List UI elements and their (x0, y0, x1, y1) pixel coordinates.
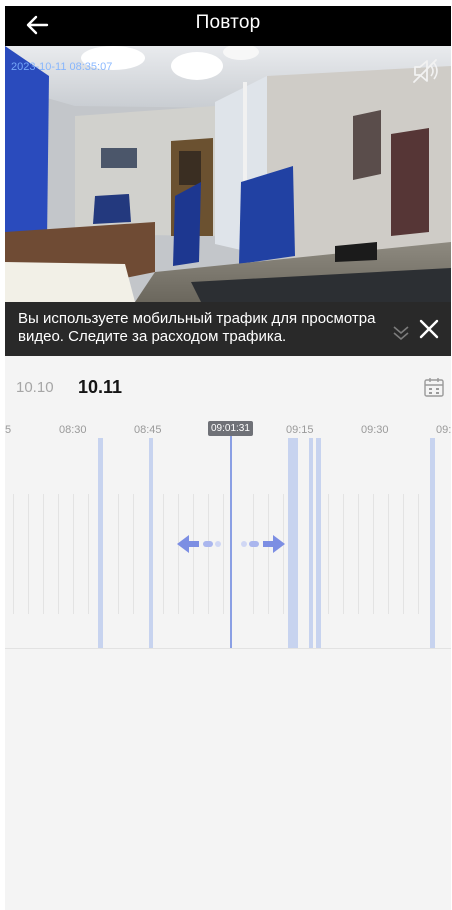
grid-line (343, 494, 344, 614)
grid-line (73, 494, 74, 614)
tick-label: 08:30 (59, 424, 87, 436)
mobile-data-warning: Вы используете мобильный трафик для прос… (5, 302, 451, 356)
video-player[interactable]: 2023-10-11 08:35:07 (5, 46, 451, 302)
grid-line (373, 494, 374, 614)
tick-label: 08:45 (134, 424, 162, 436)
grid-line (388, 494, 389, 614)
tick-label: 5 (5, 424, 12, 436)
recording-segment (288, 438, 298, 648)
chevron-double-down-icon (393, 326, 409, 341)
recording-segment (98, 438, 103, 648)
video-timestamp: 2023-10-11 08:35:07 (11, 61, 113, 73)
calendar-button[interactable] (423, 376, 445, 398)
mute-button[interactable] (411, 58, 441, 84)
grid-line (118, 494, 119, 614)
current-time-badge: 09:01:31 (208, 421, 253, 436)
grid-line (133, 494, 134, 614)
grid-line (43, 494, 44, 614)
replay-screen: Повтор 2023-10-11 08:35:07 Вы использует… (5, 6, 451, 910)
drag-left-right-icon (177, 535, 285, 553)
tick-label: 09:30 (361, 424, 389, 436)
recording-segment (309, 438, 313, 648)
video-frame (5, 46, 451, 302)
grid-line (163, 494, 164, 614)
grid-line (58, 494, 59, 614)
grid-line (328, 494, 329, 614)
page-title: Повтор (195, 12, 261, 33)
grid-line (28, 494, 29, 614)
warning-text: Вы используете мобильный трафик для прос… (18, 310, 376, 345)
grid-line (418, 494, 419, 614)
speaker-muted-icon (413, 59, 438, 83)
grid-line (88, 494, 89, 614)
content-area (5, 649, 451, 910)
date-selector: 10.10 10.11 (5, 356, 451, 416)
recording-segment (316, 438, 321, 648)
date-current[interactable]: 10.11 (78, 377, 122, 398)
close-icon (419, 319, 439, 339)
recording-segment (149, 438, 153, 648)
grid-line (403, 494, 404, 614)
close-warning-button[interactable] (417, 317, 441, 341)
tick-label: 09:15 (286, 424, 314, 436)
date-previous[interactable]: 10.10 (16, 379, 54, 396)
recording-segment (430, 438, 435, 648)
calendar-icon (424, 378, 444, 397)
tick-label: 09: (436, 424, 451, 436)
top-bar: Повтор (5, 6, 451, 46)
grid-line (13, 494, 14, 614)
grid-line (358, 494, 359, 614)
recording-timeline[interactable]: 5 08:30 08:45 09:15 09:30 09: 09:01:31 (5, 416, 451, 649)
